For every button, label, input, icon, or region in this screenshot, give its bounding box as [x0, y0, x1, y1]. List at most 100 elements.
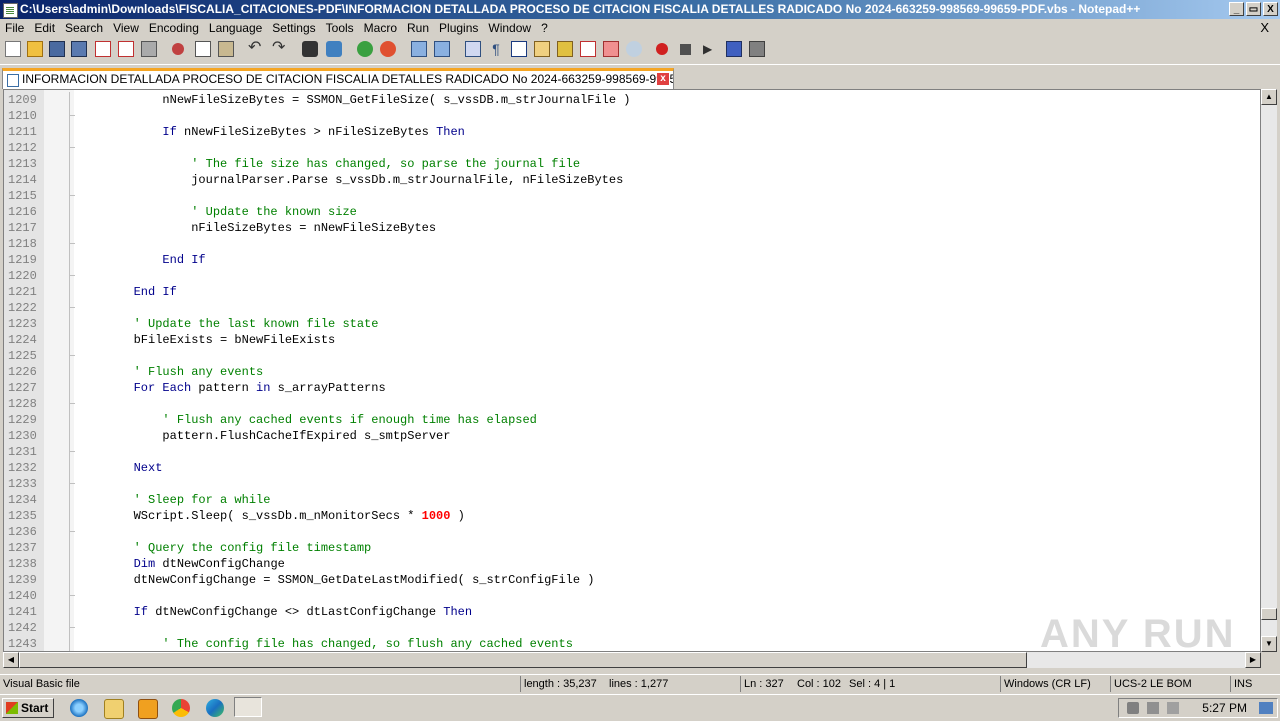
menu-window[interactable]: Window [483, 19, 536, 37]
code-line[interactable]: 1226 ' Flush any events [4, 364, 1260, 380]
menu-plugins[interactable]: Plugins [434, 19, 483, 37]
menu-search[interactable]: Search [60, 19, 108, 37]
code-line[interactable]: 1221 End If [4, 284, 1260, 300]
scroll-thumb[interactable] [1261, 608, 1277, 620]
sync-horizontal-icon[interactable] [434, 41, 450, 57]
code-line[interactable]: 1234 ' Sleep for a while [4, 492, 1260, 508]
scroll-down-icon[interactable]: ▼ [1261, 636, 1277, 652]
menu-run[interactable]: Run [402, 19, 434, 37]
scroll-right-icon[interactable]: ▶ [1245, 652, 1261, 668]
status-insert-mode[interactable]: INS [1230, 676, 1280, 692]
code-line[interactable]: 1224 bFileExists = bNewFileExists [4, 332, 1260, 348]
run-macro-multiple-icon[interactable] [726, 41, 742, 57]
code-line[interactable]: 1232 Next [4, 460, 1260, 476]
code-line[interactable]: 1237 ' Query the config file timestamp [4, 540, 1260, 556]
show-desktop-icon[interactable] [1259, 702, 1273, 714]
code-line[interactable]: 1216 ' Update the known size [4, 204, 1260, 220]
code-line[interactable]: 1235 WScript.Sleep( s_vssDb.m_nMonitorSe… [4, 508, 1260, 524]
document-map-icon[interactable] [557, 41, 573, 57]
code-line[interactable]: 1211 If nNewFileSizeBytes > nFileSizeByt… [4, 124, 1260, 140]
zoom-in-icon[interactable] [357, 41, 373, 57]
user-language-icon[interactable] [534, 41, 550, 57]
menu-macro[interactable]: Macro [359, 19, 402, 37]
code-editor[interactable]: 1209 nNewFileSizeBytes = SSMON_GetFileSi… [3, 89, 1261, 652]
redo-icon[interactable]: ↷ [272, 40, 288, 57]
code-line[interactable]: 1212 [4, 140, 1260, 156]
menu-view[interactable]: View [108, 19, 144, 37]
menu-help[interactable]: ? [536, 19, 553, 37]
code-line[interactable]: 1230 pattern.FlushCacheIfExpired s_smtpS… [4, 428, 1260, 444]
menu-tools[interactable]: Tools [321, 19, 359, 37]
indent-guide-icon[interactable] [511, 41, 527, 57]
menu-settings[interactable]: Settings [267, 19, 320, 37]
edge-icon[interactable] [206, 699, 224, 717]
start-button[interactable]: Start [2, 698, 54, 718]
notepadpp-taskbar-button[interactable] [234, 697, 262, 717]
find-icon[interactable] [302, 41, 318, 57]
status-encoding[interactable]: UCS-2 LE BOM [1110, 676, 1230, 692]
code-line[interactable]: 1236 [4, 524, 1260, 540]
tab-close-icon[interactable]: x [657, 73, 669, 85]
code-line[interactable]: 1218 [4, 236, 1260, 252]
media-player-icon[interactable] [138, 699, 158, 719]
close-file-icon[interactable] [95, 41, 111, 57]
menu-file[interactable]: File [0, 19, 29, 37]
open-file-icon[interactable] [27, 41, 43, 57]
tab-vbs-file[interactable]: INFORMACION DETALLADA PROCESO DE CITACIO… [2, 68, 674, 89]
code-line[interactable]: 1213 ' The file size has changed, so par… [4, 156, 1260, 172]
code-line[interactable]: 1227 For Each pattern in s_arrayPatterns [4, 380, 1260, 396]
code-line[interactable]: 1217 nFileSizeBytes = nNewFileSizeBytes [4, 220, 1260, 236]
close-all-icon[interactable] [118, 41, 134, 57]
volume-icon[interactable] [1127, 702, 1139, 714]
code-line[interactable]: 1222 [4, 300, 1260, 316]
copy-icon[interactable] [195, 41, 211, 57]
replace-icon[interactable] [326, 41, 342, 57]
code-line[interactable]: 1231 [4, 444, 1260, 460]
save-macro-icon[interactable] [749, 41, 765, 57]
minimize-button[interactable]: _ [1229, 2, 1244, 16]
scroll-up-icon[interactable]: ▲ [1261, 89, 1277, 105]
monitoring-icon[interactable] [626, 41, 642, 57]
paste-icon[interactable] [218, 41, 234, 57]
status-eol[interactable]: Windows (CR LF) [1000, 676, 1110, 692]
stop-macro-icon[interactable] [680, 44, 691, 55]
code-line[interactable]: 1220 [4, 268, 1260, 284]
record-macro-icon[interactable] [656, 43, 668, 55]
code-line[interactable]: 1233 [4, 476, 1260, 492]
code-line[interactable]: 1238 Dim dtNewConfigChange [4, 556, 1260, 572]
code-line[interactable]: 1215 [4, 188, 1260, 204]
flag-notification-icon[interactable] [1167, 702, 1179, 714]
internet-explorer-icon[interactable] [70, 699, 88, 717]
new-file-icon[interactable] [5, 41, 21, 57]
scroll-left-icon[interactable]: ◀ [3, 652, 19, 668]
cut-icon[interactable] [172, 43, 184, 55]
close-button[interactable]: X [1263, 2, 1278, 16]
vertical-scrollbar[interactable]: ▲ ▼ [1261, 89, 1277, 652]
show-all-chars-icon[interactable]: ¶ [488, 41, 504, 57]
sync-vertical-icon[interactable] [411, 41, 427, 57]
zoom-out-icon[interactable] [380, 41, 396, 57]
save-icon[interactable] [49, 41, 65, 57]
code-line[interactable]: 1229 ' Flush any cached events if enough… [4, 412, 1260, 428]
file-explorer-icon[interactable] [104, 699, 124, 719]
code-line[interactable]: 1214 journalParser.Parse s_vssDb.m_strJo… [4, 172, 1260, 188]
print-icon[interactable] [141, 41, 157, 57]
code-line[interactable]: 1209 nNewFileSizeBytes = SSMON_GetFileSi… [4, 92, 1260, 108]
undo-icon[interactable]: ↶ [248, 40, 264, 57]
folder-workspace-icon[interactable] [603, 41, 619, 57]
code-line[interactable]: 1219 End If [4, 252, 1260, 268]
code-line[interactable]: 1239 dtNewConfigChange = SSMON_GetDateLa… [4, 572, 1260, 588]
restore-button[interactable]: ▭ [1246, 2, 1261, 16]
close-document-button[interactable]: X [1255, 19, 1274, 37]
menu-edit[interactable]: Edit [29, 19, 60, 37]
function-list-icon[interactable] [580, 41, 596, 57]
save-all-icon[interactable] [71, 41, 87, 57]
word-wrap-icon[interactable] [465, 41, 481, 57]
code-line[interactable]: 1228 [4, 396, 1260, 412]
menu-encoding[interactable]: Encoding [144, 19, 204, 37]
code-line[interactable]: 1225 [4, 348, 1260, 364]
title-bar[interactable]: C:\Users\admin\Downloads\FISCALIA_CITACI… [0, 0, 1280, 19]
play-macro-icon[interactable]: ▶ [703, 41, 719, 57]
code-line[interactable]: 1240 [4, 588, 1260, 604]
clock[interactable]: 5:27 PM [1202, 699, 1247, 717]
